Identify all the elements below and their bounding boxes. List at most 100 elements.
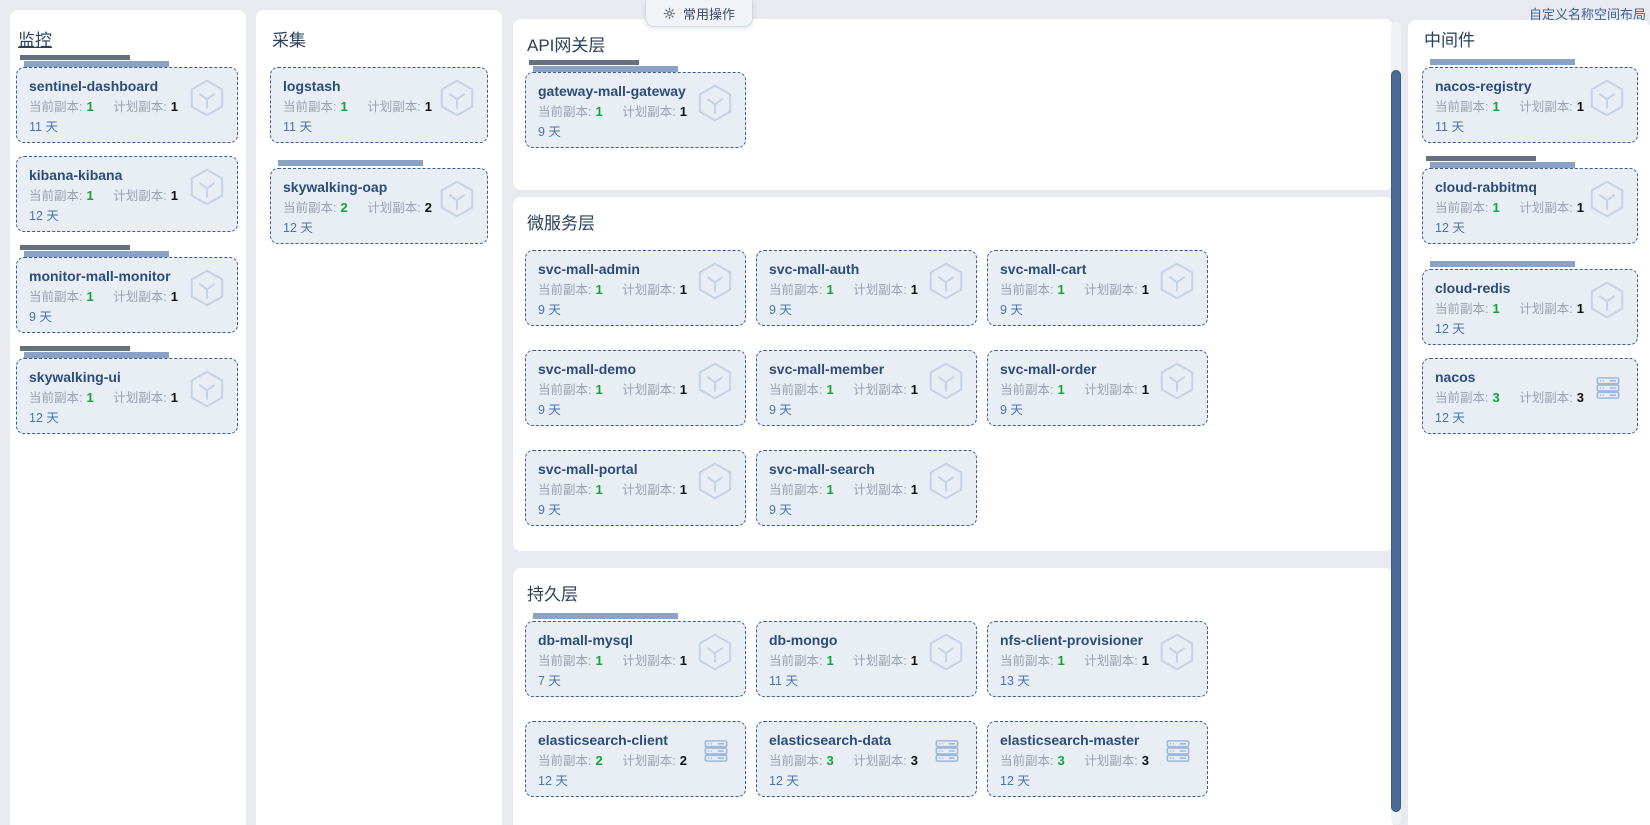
desired-replicas-label: 计划副本: — [853, 654, 907, 668]
workload-card-body[interactable]: svc-mall-member 当前副本: 1 计划副本: 1 9 天 — [756, 350, 977, 426]
deployment-cube-icon — [1155, 630, 1199, 674]
workload-card-body[interactable]: nacos-registry 当前副本: 1 计划副本: 1 11 天 — [1422, 67, 1638, 143]
current-replicas-value: 1 — [826, 482, 834, 497]
namespace-title[interactable]: API网关层 — [527, 31, 1381, 56]
workload-card[interactable]: sentinel-dashboard 当前副本: 1 计划副本: 1 11 天 — [16, 55, 238, 143]
workload-card[interactable]: elasticsearch-master 当前副本: 3 计划副本: 3 12 天 — [987, 721, 1208, 797]
namespace-title[interactable]: 采集 — [272, 26, 488, 51]
workload-card[interactable]: svc-mall-member 当前副本: 1 计划副本: 1 9 天 — [756, 350, 977, 426]
workload-card-body[interactable]: sentinel-dashboard 当前副本: 1 计划副本: 1 11 天 — [16, 67, 238, 143]
workload-card-body[interactable]: svc-mall-admin 当前副本: 1 计划副本: 1 9 天 — [525, 250, 746, 326]
workload-age: 12 天 — [29, 209, 59, 223]
workload-card[interactable]: svc-mall-admin 当前副本: 1 计划副本: 1 9 天 — [525, 250, 746, 326]
workload-card-body[interactable]: elasticsearch-client 当前副本: 2 计划副本: 2 12 天 — [525, 721, 746, 797]
common-operations-button[interactable]: 常用操作 — [645, 0, 754, 27]
workload-card[interactable]: svc-mall-demo 当前副本: 1 计划副本: 1 9 天 — [525, 350, 746, 426]
workload-card[interactable]: elasticsearch-data 当前副本: 3 计划副本: 3 12 天 — [756, 721, 977, 797]
desired-replicas-value: 1 — [679, 482, 687, 497]
namespace-title[interactable]: 中间件 — [1424, 26, 1638, 51]
desired-replicas-value: 2 — [679, 753, 687, 768]
common-operations-label: 常用操作 — [683, 6, 736, 22]
workload-age: 9 天 — [1000, 403, 1023, 417]
desired-replicas-value: 1 — [424, 99, 432, 114]
customize-namespace-layout-link[interactable]: 自定义名称空间布局 — [1529, 4, 1646, 23]
workload-card[interactable]: db-mongo 当前副本: 1 计划副本: 1 11 天 — [756, 621, 977, 697]
workload-card[interactable]: nfs-client-provisioner 当前副本: 1 计划副本: 1 13 … — [987, 621, 1208, 697]
workload-card[interactable]: kibana-kibana 当前副本: 1 计划副本: 1 12 天 — [16, 156, 238, 232]
desired-replicas-value: 3 — [1141, 753, 1149, 768]
current-replicas-label: 当前副本: — [1000, 283, 1054, 297]
workload-age: 11 天 — [283, 120, 312, 134]
current-replicas-value: 1 — [595, 104, 603, 119]
workload-card-body[interactable]: gateway-mall-gateway 当前副本: 1 计划副本: 1 9 天 — [525, 72, 746, 148]
workload-card[interactable]: monitor-mall-monitor 当前副本: 1 计划副本: 1 9 天 — [16, 245, 238, 333]
desired-replicas-label: 计划副本: — [1084, 283, 1138, 297]
card-list: db-mall-mysql 当前副本: 1 计划副本: 1 7 天 db-mon… — [525, 613, 1381, 797]
workload-card-body[interactable]: monitor-mall-monitor 当前副本: 1 计划副本: 1 9 天 — [16, 257, 238, 333]
loading-bars — [525, 609, 746, 621]
deployment-cube-icon — [1585, 177, 1629, 221]
workload-card-body[interactable]: svc-mall-search 当前副本: 1 计划副本: 1 9 天 — [756, 450, 977, 526]
workload-card[interactable]: svc-mall-auth 当前副本: 1 计划副本: 1 9 天 — [756, 250, 977, 326]
workload-card-body[interactable]: nacos 当前副本: 3 计划副本: 3 12 天 — [1422, 358, 1638, 434]
current-replicas-value: 1 — [86, 289, 94, 304]
loading-bars — [1422, 257, 1638, 269]
desired-replicas-label: 计划副本: — [622, 754, 676, 768]
deployment-cube-icon — [435, 76, 479, 120]
workload-card-body[interactable]: svc-mall-demo 当前副本: 1 计划副本: 1 9 天 — [525, 350, 746, 426]
namespace-title[interactable]: 微服务层 — [527, 209, 1381, 234]
desired-replicas-label: 计划副本: — [1519, 201, 1573, 215]
workload-card-body[interactable]: logstash 当前副本: 1 计划副本: 1 11 天 — [270, 67, 488, 143]
workload-age: 12 天 — [1435, 322, 1465, 336]
workload-card[interactable]: svc-mall-cart 当前副本: 1 计划副本: 1 9 天 — [987, 250, 1208, 326]
card-list: logstash 当前副本: 1 计划副本: 1 11 天 skywalking… — [270, 67, 488, 244]
loading-bars — [1422, 156, 1638, 168]
workload-card-body[interactable]: svc-mall-order 当前副本: 1 计划副本: 1 9 天 — [987, 350, 1208, 426]
workload-card[interactable]: svc-mall-portal 当前副本: 1 计划副本: 1 9 天 — [525, 450, 746, 526]
workload-card-body[interactable]: cloud-rabbitmq 当前副本: 1 计划副本: 1 12 天 — [1422, 168, 1638, 244]
card-list: nacos-registry 当前副本: 1 计划副本: 1 11 天 clou… — [1422, 59, 1638, 434]
namespace-title[interactable]: 持久层 — [527, 580, 1381, 605]
workload-card-body[interactable]: skywalking-oap 当前副本: 2 计划副本: 2 12 天 — [270, 168, 488, 244]
desired-replicas-value: 1 — [679, 282, 687, 297]
workload-card-body[interactable]: elasticsearch-data 当前副本: 3 计划副本: 3 12 天 — [756, 721, 977, 797]
workload-card-body[interactable]: svc-mall-portal 当前副本: 1 计划副本: 1 9 天 — [525, 450, 746, 526]
namespace-title[interactable]: 监控 — [18, 26, 238, 51]
workload-card-body[interactable]: skywalking-ui 当前副本: 1 计划副本: 1 12 天 — [16, 358, 238, 434]
workload-age: 9 天 — [29, 310, 52, 324]
workload-card[interactable]: svc-mall-search 当前副本: 1 计划副本: 1 9 天 — [756, 450, 977, 526]
workload-card-body[interactable]: kibana-kibana 当前副本: 1 计划副本: 1 12 天 — [16, 156, 238, 232]
current-replicas-label: 当前副本: — [29, 189, 83, 203]
workload-card[interactable]: cloud-rabbitmq 当前副本: 1 计划副本: 1 12 天 — [1422, 156, 1638, 244]
workload-card[interactable]: gateway-mall-gateway 当前副本: 1 计划副本: 1 9 天 — [525, 60, 746, 148]
workload-card-body[interactable]: nfs-client-provisioner 当前副本: 1 计划副本: 1 13 … — [987, 621, 1208, 697]
loading-bars — [1422, 55, 1638, 67]
workload-card[interactable]: db-mall-mysql 当前副本: 1 计划副本: 1 7 天 — [525, 613, 746, 697]
namespace-panel-microservices: 微服务层 svc-mall-admin 当前副本:1 计划副本:1 9 天 — [513, 197, 1393, 551]
workload-card-body[interactable]: db-mongo 当前副本: 1 计划副本: 1 11 天 — [756, 621, 977, 697]
workload-card[interactable]: skywalking-ui 当前副本: 1 计划副本: 1 12 天 — [16, 346, 238, 434]
current-replicas-label: 当前副本: — [1435, 302, 1489, 316]
workload-card[interactable]: nacos 当前副本: 3 计划副本: 3 12 天 — [1422, 358, 1638, 434]
workload-card[interactable]: skywalking-oap 当前副本: 2 计划副本: 2 12 天 — [270, 160, 488, 244]
workload-card[interactable]: logstash 当前副本: 1 计划副本: 1 11 天 — [270, 67, 488, 143]
desired-replicas-label: 计划副本: — [113, 189, 167, 203]
current-replicas-value: 1 — [826, 653, 834, 668]
deployment-cube-icon — [185, 266, 229, 310]
scrollbar-thumb[interactable] — [1391, 70, 1401, 812]
workload-card[interactable]: elasticsearch-client 当前副本: 2 计划副本: 2 12 天 — [525, 721, 746, 797]
workload-card[interactable]: cloud-redis 当前副本: 1 计划副本: 1 12 天 — [1422, 261, 1638, 345]
workload-card-body[interactable]: db-mall-mysql 当前副本: 1 计划副本: 1 7 天 — [525, 621, 746, 697]
workload-card[interactable]: nacos-registry 当前副本: 1 计划副本: 1 11 天 — [1422, 59, 1638, 143]
workload-card-body[interactable]: svc-mall-cart 当前副本: 1 计划副本: 1 9 天 — [987, 250, 1208, 326]
workload-card-body[interactable]: cloud-redis 当前副本: 1 计划副本: 1 12 天 — [1422, 269, 1638, 345]
workload-age: 11 天 — [1435, 120, 1464, 134]
current-replicas-label: 当前副本: — [538, 105, 592, 119]
deployment-cube-icon — [185, 165, 229, 209]
workload-age: 12 天 — [1000, 774, 1030, 788]
desired-replicas-label: 计划副本: — [1519, 302, 1573, 316]
workload-card-body[interactable]: elasticsearch-master 当前副本: 3 计划副本: 3 12 天 — [987, 721, 1208, 797]
workload-card[interactable]: svc-mall-order 当前副本: 1 计划副本: 1 9 天 — [987, 350, 1208, 426]
namespace-panel-persistence: 持久层 db-mall-mysql 当前副本: 1 计划副本: 1 7 天 db… — [513, 568, 1393, 825]
workload-card-body[interactable]: svc-mall-auth 当前副本: 1 计划副本: 1 9 天 — [756, 250, 977, 326]
